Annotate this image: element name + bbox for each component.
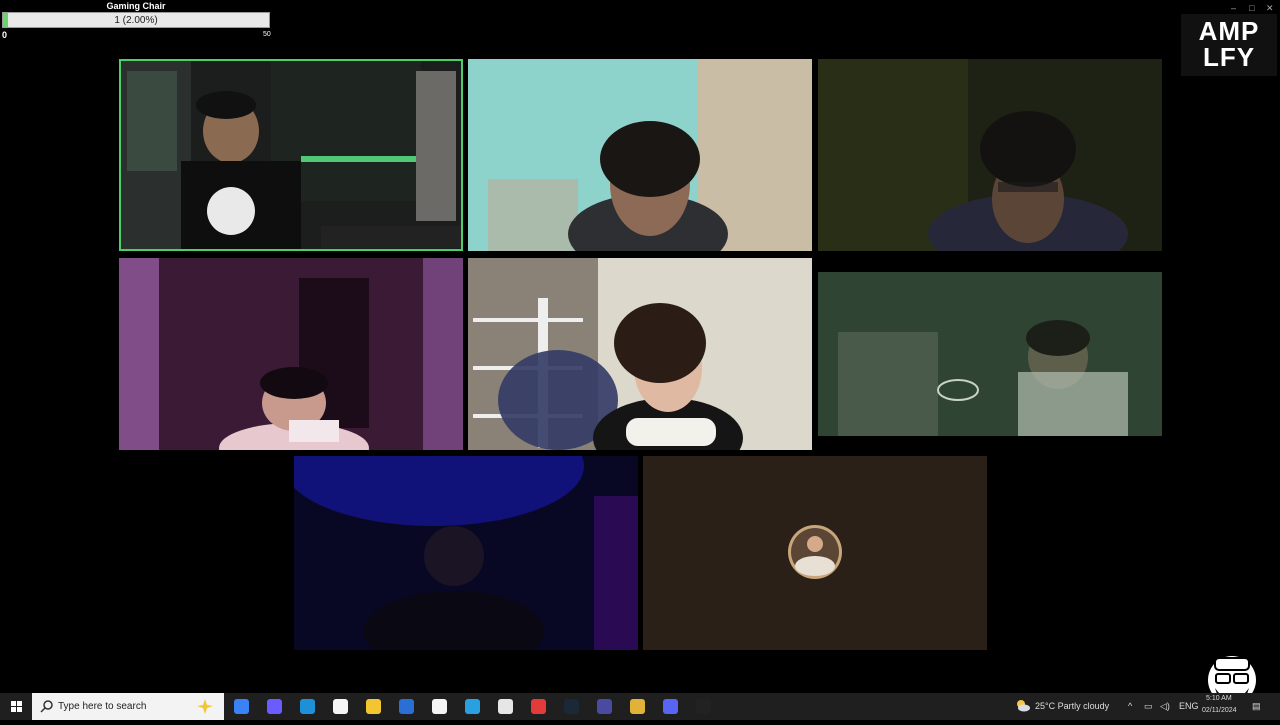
search-icon — [40, 700, 53, 713]
video-tile-participant-7[interactable] — [294, 456, 638, 650]
steam-icon[interactable] — [564, 699, 579, 714]
teams-icon[interactable] — [267, 699, 282, 714]
goal-max-value: 50 — [263, 31, 271, 38]
search-box[interactable]: Type here to search — [32, 693, 224, 720]
goal-progress-bar: 1 (2.00%) — [2, 12, 270, 28]
weather-text[interactable]: 25°C Partly cloudy — [1035, 701, 1109, 711]
edge-icon[interactable] — [300, 699, 315, 714]
file-explorer-icon[interactable] — [366, 699, 381, 714]
app-tool-icon[interactable] — [630, 699, 645, 714]
video-feed — [818, 272, 1162, 436]
chevron-up-icon[interactable]: ^ — [1128, 701, 1132, 711]
tool-icon[interactable] — [498, 699, 513, 714]
clock-date[interactable]: 02/11/2024 — [1202, 707, 1237, 714]
goal-title: Gaming Chair — [106, 1, 166, 11]
video-tile-participant-4[interactable] — [119, 258, 463, 450]
copilot-icon[interactable] — [234, 699, 249, 714]
close-button[interactable]: ✕ — [1266, 3, 1274, 14]
video-feed — [818, 59, 1162, 251]
weather-icon — [1017, 700, 1030, 712]
video-feed — [119, 258, 463, 450]
notes-icon[interactable] — [465, 699, 480, 714]
clock-time[interactable]: 5:10 AM — [1206, 695, 1232, 702]
taskbar: Type here to search 25°C Partly cloudy ^… — [0, 693, 1280, 720]
video-feed — [121, 61, 461, 249]
network-icon[interactable]: ▭ — [1144, 701, 1153, 712]
video-tile-participant-2[interactable] — [468, 59, 812, 251]
obs-icon[interactable] — [696, 699, 711, 714]
notification-icon[interactable]: ▤ — [1252, 701, 1261, 712]
video-tile-participant-1[interactable] — [119, 59, 463, 251]
discord-icon[interactable] — [663, 699, 678, 714]
video-feed — [468, 258, 812, 450]
store-icon[interactable] — [333, 699, 348, 714]
search-placeholder: Type here to search — [58, 701, 147, 712]
video-tile-camera-off[interactable] — [643, 456, 987, 650]
minimize-button[interactable]: – — [1231, 3, 1236, 13]
video-tile-participant-3[interactable] — [818, 59, 1162, 251]
video-tile-participant-5[interactable] — [468, 258, 812, 450]
logo-line-1: AMP — [1198, 16, 1260, 46]
volume-icon[interactable]: ◁) — [1160, 701, 1170, 712]
participant-avatar — [788, 525, 842, 579]
search-highlight-icon — [197, 699, 213, 714]
goal-widget: Gaming Chair 1 (2.00%) 0 50 — [0, 0, 272, 40]
video-feed — [294, 456, 638, 650]
video-feed — [468, 59, 812, 251]
chrome-icon[interactable] — [432, 699, 447, 714]
start-button[interactable] — [0, 693, 32, 720]
outlook-icon[interactable] — [399, 699, 414, 714]
logo-line-2: LFY — [1202, 42, 1256, 72]
language-indicator[interactable]: ENG — [1179, 701, 1199, 711]
amplfy-logo: AMP LFY — [1181, 14, 1277, 76]
video-tile-participant-6[interactable] — [818, 272, 1162, 436]
windows-icon — [11, 701, 22, 712]
goal-min-value: 0 — [2, 30, 8, 40]
goal-progress-text: 1 (2.00%) — [114, 15, 158, 26]
news-icon[interactable] — [531, 699, 546, 714]
app-grid-icon[interactable] — [597, 699, 612, 714]
maximize-button[interactable]: □ — [1249, 3, 1254, 13]
